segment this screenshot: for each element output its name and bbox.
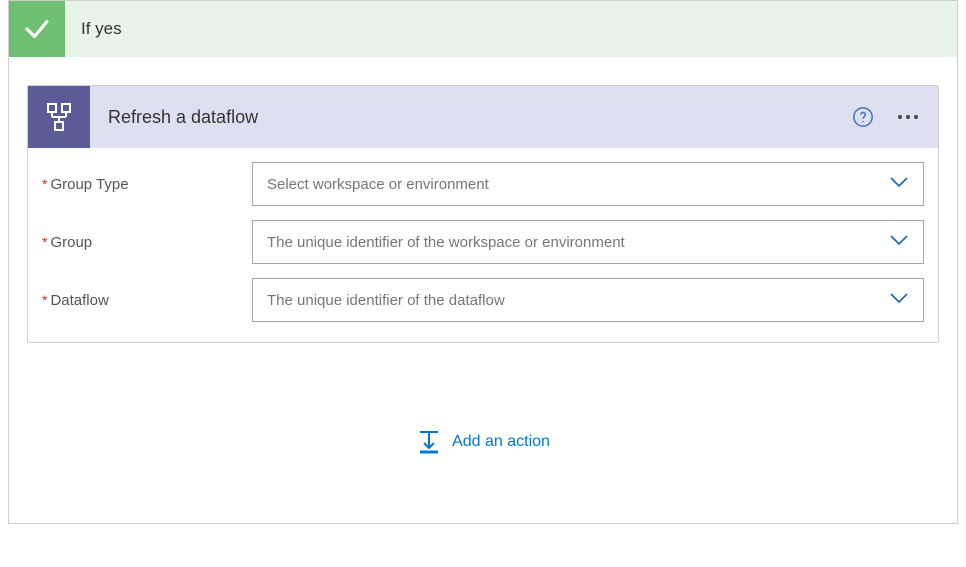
add-action-button[interactable]: Add an action [416,429,550,455]
if-yes-header[interactable]: If yes [9,1,957,57]
insert-action-icon [416,429,442,455]
required-asterisk: * [42,292,47,308]
dropdown-placeholder: The unique identifier of the workspace o… [267,234,625,251]
required-asterisk: * [42,176,47,192]
chevron-down-icon [889,233,909,252]
group-dropdown[interactable]: The unique identifier of the workspace o… [252,220,924,264]
field-label-text: Group Type [50,176,128,193]
required-asterisk: * [42,234,47,250]
field-label-group-type: * Group Type [42,176,252,193]
dataflow-icon [28,86,90,148]
add-action-label: Add an action [452,433,550,451]
chevron-down-icon [889,175,909,194]
content-area: Refresh a dataflow * [9,57,957,523]
field-label-dataflow: * Dataflow [42,292,252,309]
field-label-group: * Group [42,234,252,251]
action-card-body: * Group Type Select workspace or environ… [28,148,938,342]
more-icon[interactable] [892,109,924,125]
if-yes-title: If yes [81,19,122,39]
dropdown-placeholder: Select workspace or environment [267,176,489,193]
action-card-header[interactable]: Refresh a dataflow [28,86,938,148]
help-icon[interactable] [850,104,876,130]
if-yes-container: If yes Refresh a dataflow [8,0,958,524]
field-row-group-type: * Group Type Select workspace or environ… [42,162,924,206]
action-card-title: Refresh a dataflow [108,107,850,128]
add-action-row: Add an action [27,343,939,505]
dropdown-placeholder: The unique identifier of the dataflow [267,292,505,309]
checkmark-icon [9,1,65,57]
dataflow-dropdown[interactable]: The unique identifier of the dataflow [252,278,924,322]
chevron-down-icon [889,291,909,310]
field-row-group: * Group The unique identifier of the wor… [42,220,924,264]
group-type-dropdown[interactable]: Select workspace or environment [252,162,924,206]
field-label-text: Dataflow [50,292,108,309]
action-card: Refresh a dataflow * [27,85,939,343]
field-row-dataflow: * Dataflow The unique identifier of the … [42,278,924,322]
field-label-text: Group [50,234,92,251]
